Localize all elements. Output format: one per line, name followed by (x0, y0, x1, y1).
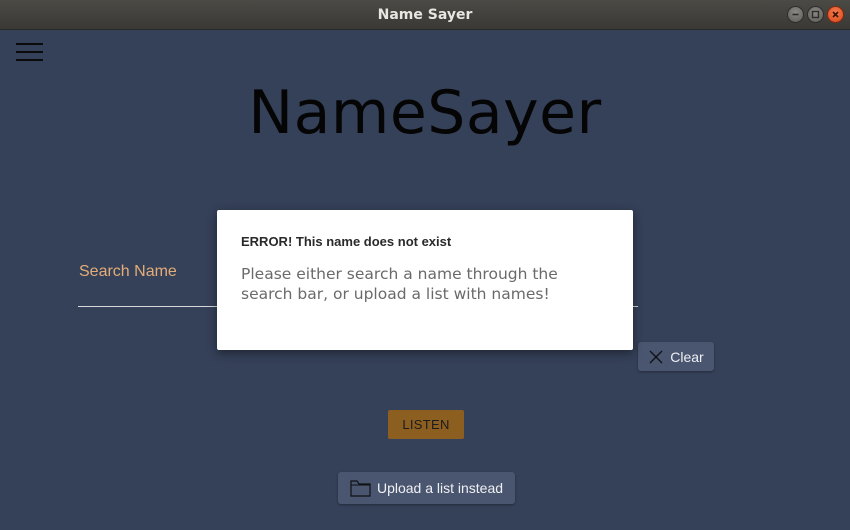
window-controls (787, 6, 844, 23)
menu-line (16, 51, 43, 53)
error-dialog: ERROR! This name does not exist Please e… (217, 210, 633, 350)
folder-icon (350, 480, 371, 497)
upload-list-button[interactable]: Upload a list instead (338, 472, 515, 504)
clear-button[interactable]: Clear (638, 342, 714, 371)
menu-line (16, 59, 43, 61)
maximize-button[interactable] (807, 6, 824, 23)
clear-button-label: Clear (670, 348, 704, 365)
app-title: NameSayer (248, 78, 602, 148)
upload-button-label: Upload a list instead (376, 480, 504, 496)
listen-button[interactable]: LISTEN (388, 410, 464, 439)
main-content: NameSayer Search Name Clear LISTEN Uploa… (0, 30, 850, 530)
window-title: Name Sayer (377, 6, 473, 23)
menu-line (16, 43, 43, 45)
dialog-title: ERROR! This name does not exist (241, 234, 452, 249)
title-bar[interactable]: Name Sayer (0, 0, 850, 30)
hamburger-menu-icon[interactable] (16, 43, 43, 61)
close-icon (832, 11, 839, 18)
minimize-button[interactable] (787, 6, 804, 23)
maximize-icon (811, 10, 820, 19)
dialog-message: Please either search a name through the … (241, 265, 558, 303)
minimize-icon (792, 13, 799, 16)
close-window-button[interactable] (827, 6, 844, 23)
close-icon (649, 350, 663, 363)
app-window: Name Sayer NameSayer Search Name Clear L… (0, 0, 850, 530)
